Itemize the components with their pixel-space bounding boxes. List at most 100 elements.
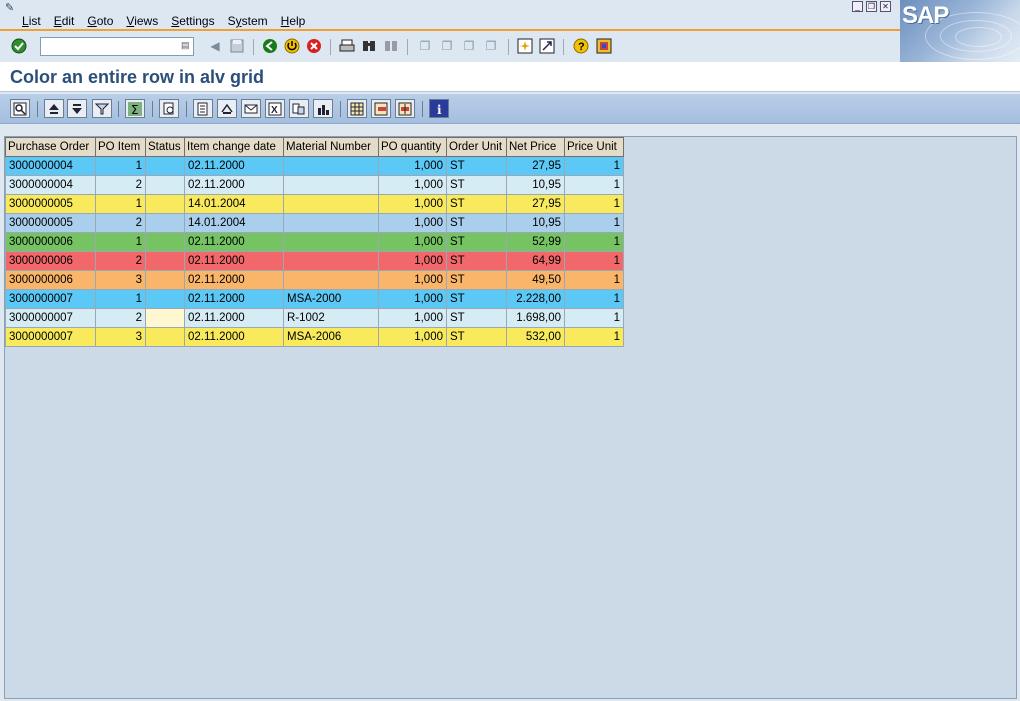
cell-purchase-order[interactable]: 3000000004 [5, 156, 96, 176]
table-row[interactable]: 3000000007 2 02.11.2000 R-1002 1,000 ST 1.698,… [5, 308, 624, 328]
cell-purchase-order[interactable]: 3000000006 [5, 251, 96, 271]
sort-descending-icon[interactable] [67, 99, 87, 118]
cell-purchase-order[interactable]: 3000000006 [5, 232, 96, 252]
table-row[interactable]: 3000000006 3 02.11.2000 1,000 ST 49,50 1 [5, 270, 624, 290]
cell-price-unit[interactable]: 1 [564, 327, 624, 347]
previous-page-icon[interactable]: ❐ [438, 37, 456, 55]
cell-item-change-date[interactable]: 02.11.2000 [184, 289, 284, 309]
cell-purchase-order[interactable]: 3000000004 [5, 175, 96, 195]
cell-order-unit[interactable]: ST [446, 213, 507, 233]
cell-po-quantity[interactable]: 1,000 [378, 289, 447, 309]
cell-price-unit[interactable]: 1 [564, 289, 624, 309]
cell-status[interactable] [145, 327, 185, 347]
cell-po-item[interactable]: 2 [95, 213, 146, 233]
cell-net-price[interactable]: 27,95 [506, 194, 565, 214]
column-header-item-change-date[interactable]: Item change date [184, 137, 284, 157]
menu-item-settings[interactable]: Settings [171, 14, 214, 28]
cell-status[interactable] [145, 194, 185, 214]
cell-purchase-order[interactable]: 3000000007 [5, 327, 96, 347]
cell-material-number[interactable] [283, 175, 379, 195]
menu-item-system[interactable]: System [228, 14, 268, 28]
find-icon[interactable] [360, 37, 378, 55]
cell-price-unit[interactable]: 1 [564, 194, 624, 214]
cell-po-item[interactable]: 3 [95, 270, 146, 290]
cell-net-price[interactable]: 532,00 [506, 327, 565, 347]
cell-material-number[interactable] [283, 194, 379, 214]
menu-item-help[interactable]: Help [281, 14, 306, 28]
generate-shortcut-icon[interactable] [538, 37, 556, 55]
command-field[interactable]: ▤ [40, 37, 194, 56]
column-header-material-number[interactable]: Material Number [283, 137, 379, 157]
cell-status[interactable] [145, 308, 185, 328]
cell-purchase-order[interactable]: 3000000005 [5, 194, 96, 214]
cell-item-change-date[interactable]: 02.11.2000 [184, 327, 284, 347]
table-row[interactable]: 3000000005 1 14.01.2004 1,000 ST 27,95 1 [5, 194, 624, 214]
cell-price-unit[interactable]: 1 [564, 213, 624, 233]
cell-item-change-date[interactable]: 14.01.2004 [184, 213, 284, 233]
filter-icon[interactable] [92, 99, 112, 118]
cell-item-change-date[interactable]: 02.11.2000 [184, 175, 284, 195]
send-mail-icon[interactable] [241, 99, 261, 118]
command-input[interactable] [43, 39, 177, 56]
cell-material-number[interactable]: MSA-2006 [283, 327, 379, 347]
first-page-icon[interactable]: ❐ [416, 37, 434, 55]
cell-po-quantity[interactable]: 1,000 [378, 194, 447, 214]
cell-purchase-order[interactable]: 3000000005 [5, 213, 96, 233]
table-row[interactable]: 3000000006 2 02.11.2000 1,000 ST 64,99 1 [5, 251, 624, 271]
cell-net-price[interactable]: 52,99 [506, 232, 565, 252]
total-sigma-icon[interactable]: Σ [125, 99, 145, 118]
cell-material-number[interactable] [283, 213, 379, 233]
cell-po-item[interactable]: 1 [95, 232, 146, 252]
cell-order-unit[interactable]: ST [446, 156, 507, 176]
cell-item-change-date[interactable]: 02.11.2000 [184, 156, 284, 176]
cell-price-unit[interactable]: 1 [564, 251, 624, 271]
cell-po-quantity[interactable]: 1,000 [378, 308, 447, 328]
cell-net-price[interactable]: 49,50 [506, 270, 565, 290]
cell-net-price[interactable]: 2.228,00 [506, 289, 565, 309]
cell-material-number[interactable] [283, 232, 379, 252]
cancel-icon[interactable] [305, 37, 323, 55]
table-row[interactable]: 3000000005 2 14.01.2004 1,000 ST 10,95 1 [5, 213, 624, 233]
cell-price-unit[interactable]: 1 [564, 175, 624, 195]
minimize-icon[interactable]: _ [852, 1, 863, 12]
cell-material-number[interactable] [283, 251, 379, 271]
cell-po-item[interactable]: 2 [95, 175, 146, 195]
choose-layout-icon[interactable] [371, 99, 391, 118]
menu-item-edit[interactable]: Edit [54, 14, 75, 28]
enter-check-icon[interactable] [10, 37, 28, 55]
column-header-net-price[interactable]: Net Price [506, 137, 565, 157]
help-icon[interactable]: ? [572, 37, 590, 55]
menu-item-views[interactable]: Views [126, 14, 158, 28]
cell-net-price[interactable]: 10,95 [506, 175, 565, 195]
last-page-icon[interactable]: ❐ [482, 37, 500, 55]
table-row[interactable]: 3000000006 1 02.11.2000 1,000 ST 52,99 1 [5, 232, 624, 252]
cell-price-unit[interactable]: 1 [564, 270, 624, 290]
cell-po-quantity[interactable]: 1,000 [378, 175, 447, 195]
back-icon[interactable] [261, 37, 279, 55]
word-processing-icon[interactable]: X [265, 99, 285, 118]
back-arrow-icon[interactable]: ◀ [206, 37, 224, 55]
print-preview-icon[interactable] [159, 99, 179, 118]
cell-po-item[interactable]: 2 [95, 308, 146, 328]
cell-po-quantity[interactable]: 1,000 [378, 251, 447, 271]
export-icon[interactable] [193, 99, 213, 118]
column-header-po-quantity[interactable]: PO quantity [378, 137, 447, 157]
cell-po-quantity[interactable]: 1,000 [378, 327, 447, 347]
menu-item-goto[interactable]: Goto [87, 14, 113, 28]
command-history-icon[interactable]: ▤ [181, 40, 191, 53]
change-layout-icon[interactable] [347, 99, 367, 118]
table-row[interactable]: 3000000004 1 02.11.2000 1,000 ST 27,95 1 [5, 156, 624, 176]
table-row[interactable]: 3000000004 2 02.11.2000 1,000 ST 10,95 1 [5, 175, 624, 195]
cell-status[interactable] [145, 251, 185, 271]
cell-status[interactable] [145, 289, 185, 309]
cell-price-unit[interactable]: 1 [564, 308, 624, 328]
cell-po-quantity[interactable]: 1,000 [378, 270, 447, 290]
cell-status[interactable] [145, 213, 185, 233]
print-icon[interactable] [338, 37, 356, 55]
cell-order-unit[interactable]: ST [446, 232, 507, 252]
column-header-price-unit[interactable]: Price Unit [564, 137, 624, 157]
local-file-icon[interactable] [217, 99, 237, 118]
cell-item-change-date[interactable]: 14.01.2004 [184, 194, 284, 214]
save-icon[interactable] [228, 37, 246, 55]
cell-material-number[interactable] [283, 270, 379, 290]
